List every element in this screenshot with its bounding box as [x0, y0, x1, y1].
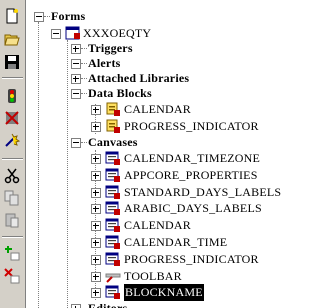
tree-node-block-calendar[interactable]: CALENDAR	[27, 101, 327, 118]
create-icon	[5, 246, 20, 261]
tree-node-canvas[interactable]: CALENDAR	[27, 217, 327, 234]
empty-toggle	[71, 59, 81, 69]
tree-node-label: Forms	[51, 9, 86, 23]
toolbar-separator	[2, 236, 23, 238]
tree-node-block-progress-indicator[interactable]: PROGRESS_INDICATOR	[27, 118, 327, 135]
delete-button[interactable]	[2, 266, 22, 286]
tree-node-label: CALENDAR_TIME	[124, 235, 228, 249]
collapse-toggle[interactable]	[51, 29, 61, 39]
canvas-icon	[105, 150, 121, 166]
canvas-icon	[105, 284, 121, 300]
run-button[interactable]	[2, 86, 22, 106]
tree-node-canvas[interactable]: ARABIC_DAYS_LABELS	[27, 200, 327, 217]
tree-node-label: CALENDAR	[124, 102, 191, 116]
paste-button[interactable]	[2, 210, 22, 230]
tree-node-canvas[interactable]: BLOCKNAME	[27, 284, 327, 302]
tree-node-canvas[interactable]: PROGRESS_INDICATOR	[27, 251, 327, 268]
tree-connector	[81, 78, 87, 79]
expand-toggle[interactable]	[91, 204, 101, 215]
tree-node-canvas[interactable]: CALENDAR_TIMEZONE	[27, 150, 327, 167]
cut-icon	[4, 168, 20, 184]
canvas-icon	[105, 200, 121, 216]
collapse-toggle[interactable]	[71, 138, 81, 148]
tree-node-label: APPCORE_PROPERTIES	[124, 167, 258, 182]
new-icon	[6, 8, 18, 24]
expand-toggle[interactable]	[71, 44, 81, 54]
expand-toggle[interactable]	[91, 154, 101, 164]
tree-node-data-blocks[interactable]: Data Blocks	[27, 85, 327, 102]
tree-node-label: CALENDAR	[124, 218, 191, 233]
toolbar-separator	[2, 158, 23, 160]
tree-connector	[81, 48, 87, 49]
expand-toggle[interactable]	[71, 74, 81, 84]
tree-node-canvas[interactable]: APPCORE_PROPERTIES	[27, 167, 327, 184]
expand-toggle[interactable]	[91, 288, 101, 299]
tree-node-label: TOOLBAR	[124, 268, 182, 283]
tree-connector	[81, 93, 87, 94]
tree-node-label: Canvases	[88, 135, 138, 149]
tree-node-canvas[interactable]: CALENDAR_TIME	[27, 234, 327, 251]
copy-icon	[4, 190, 19, 206]
canvas-icon	[105, 234, 121, 250]
tree-node-label: PROGRESS_INDICATOR	[124, 119, 259, 133]
run-icon	[8, 89, 16, 103]
object-navigator-toolbar	[0, 0, 26, 308]
expand-toggle[interactable]	[91, 221, 101, 232]
new-button[interactable]	[2, 6, 22, 26]
delete-icon	[4, 268, 20, 284]
toolbar-separator	[2, 77, 23, 79]
copy-button[interactable]	[2, 188, 22, 208]
tree-node-label: ARABIC_DAYS_LABELS	[124, 201, 262, 216]
tree-node-label: Editors	[88, 301, 128, 308]
paste-icon	[5, 213, 19, 228]
expand-toggle[interactable]	[91, 254, 101, 265]
compile-icon	[5, 133, 20, 147]
canvas-icon	[105, 167, 121, 183]
tree-node-label-selected: BLOCKNAME	[124, 284, 204, 302]
tree-node-canvases[interactable]: Canvases	[27, 134, 327, 151]
expand-toggle[interactable]	[71, 304, 81, 308]
tree-node-forms[interactable]: Forms	[27, 8, 327, 25]
expand-toggle[interactable]	[91, 271, 101, 282]
toolbar-canvas-icon	[105, 268, 121, 284]
object-navigator-tree: Forms XXXOEQTY Triggers Alerts Attached …	[27, 0, 330, 308]
save-button[interactable]	[2, 52, 22, 72]
tree-connector	[44, 16, 50, 17]
cut-button[interactable]	[2, 166, 22, 186]
tree-node-label: CALENDAR_TIMEZONE	[124, 151, 261, 165]
compile-button[interactable]	[2, 130, 22, 150]
data-block-icon	[105, 118, 121, 134]
tree-node-canvas[interactable]: STANDARD_DAYS_LABELS	[27, 184, 327, 201]
expand-toggle[interactable]	[91, 170, 101, 181]
expand-toggle[interactable]	[91, 122, 101, 132]
tree-connector	[81, 142, 87, 143]
tree-node-canvas[interactable]: TOOLBAR	[27, 268, 327, 285]
canvas-icon	[105, 184, 121, 200]
canvas-icon	[105, 251, 121, 267]
debug-button[interactable]	[2, 108, 22, 128]
expand-toggle[interactable]	[91, 187, 101, 198]
create-button[interactable]	[2, 243, 22, 263]
collapse-toggle[interactable]	[34, 12, 44, 22]
tree-node-label: Data Blocks	[88, 86, 152, 100]
expand-toggle[interactable]	[91, 105, 101, 115]
canvas-icon	[105, 217, 121, 233]
tree-node-label: STANDARD_DAYS_LABELS	[124, 184, 282, 199]
open-icon	[4, 34, 20, 46]
save-icon	[5, 55, 19, 69]
tree-node-partial[interactable]: Editors	[27, 300, 327, 308]
tree-node-label: PROGRESS_INDICATOR	[124, 251, 259, 266]
data-block-icon	[105, 101, 121, 117]
expand-toggle[interactable]	[91, 238, 101, 248]
collapse-toggle[interactable]	[71, 89, 81, 99]
tree-connector	[81, 63, 87, 64]
debug-icon	[5, 111, 19, 125]
open-button[interactable]	[2, 29, 22, 49]
form-module-icon	[65, 25, 81, 41]
